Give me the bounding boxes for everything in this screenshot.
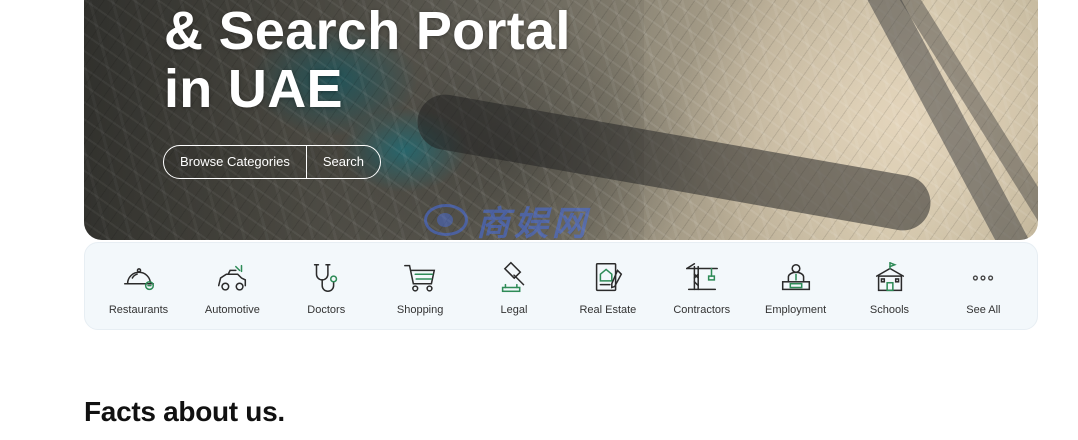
hero-button-group: Browse Categories Search	[163, 145, 382, 179]
category-doctors[interactable]: Doctors	[281, 243, 372, 329]
category-label: Schools	[869, 304, 910, 316]
gavel-icon	[494, 259, 534, 297]
category-schools[interactable]: Schools	[844, 243, 935, 329]
hero-title-line-2: in UAE	[164, 59, 343, 119]
category-label: Shopping	[396, 304, 444, 316]
car-icon	[212, 259, 252, 297]
watermark: 商娱网	[424, 196, 664, 240]
search-button[interactable]: Search	[305, 146, 381, 178]
category-restaurants[interactable]: Restaurants	[93, 243, 184, 329]
category-label: Restaurants	[108, 304, 169, 316]
category-shopping[interactable]: Shopping	[375, 243, 466, 329]
category-label: Employment	[765, 304, 827, 316]
more-dots-icon	[963, 259, 1003, 297]
browse-categories-button[interactable]: Browse Categories	[164, 146, 306, 178]
category-contractors[interactable]: Contractors	[656, 243, 747, 329]
category-label: See All	[966, 304, 1001, 316]
stethoscope-icon	[306, 259, 346, 297]
restaurant-cloche-icon	[119, 259, 159, 297]
category-see-all[interactable]: See All	[938, 243, 1029, 329]
category-real-estate[interactable]: Real Estate	[562, 243, 653, 329]
hero-title-line-1: & Search Portal	[164, 1, 571, 61]
category-employment[interactable]: Employment	[750, 243, 841, 329]
category-label: Automotive	[204, 304, 260, 316]
page: & Search Portal in UAE Browse Categories…	[0, 0, 1078, 440]
category-label: Real Estate	[579, 304, 637, 316]
watermark-text: 商娱网	[476, 203, 590, 241]
watermark-logo-icon	[424, 204, 468, 236]
category-strip: Restaurants Automotive Doctors Shopping …	[84, 242, 1038, 330]
category-label: Contractors	[673, 304, 731, 316]
shopping-cart-icon	[400, 259, 440, 297]
category-automotive[interactable]: Automotive	[187, 243, 278, 329]
house-document-icon	[588, 259, 628, 297]
category-legal[interactable]: Legal	[469, 243, 560, 329]
school-building-icon	[870, 259, 910, 297]
category-label: Doctors	[307, 304, 346, 316]
hero-title: & Search Portal in UAE	[164, 2, 571, 118]
worker-desk-icon	[776, 259, 816, 297]
category-label: Legal	[500, 304, 528, 316]
hero-banner: & Search Portal in UAE Browse Categories…	[84, 0, 1038, 240]
crane-icon	[682, 259, 722, 297]
facts-heading: Facts about us.	[84, 396, 285, 427]
